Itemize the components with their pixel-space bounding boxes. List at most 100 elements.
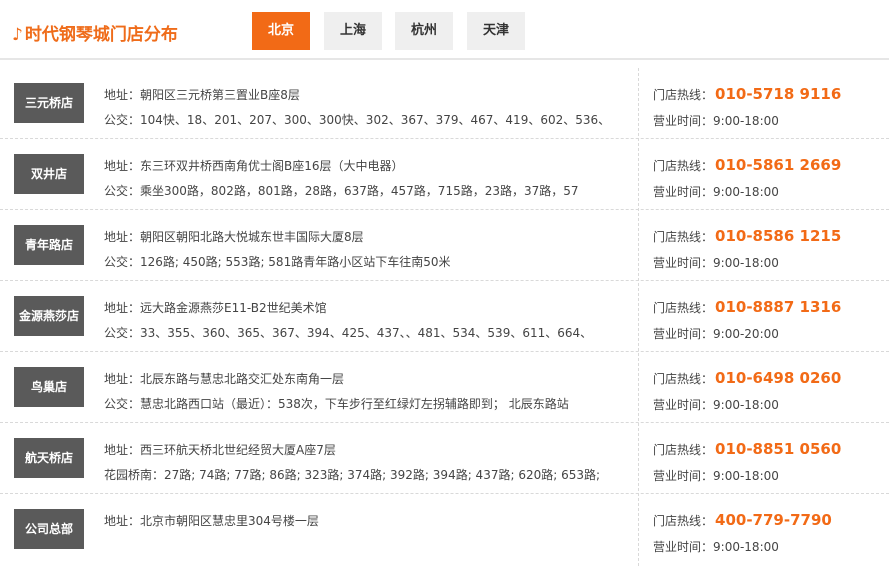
store-row: 鸟巢店 地址：北辰东路与慧忠北路交汇处东南角一层 公交：慧忠北路西口站（最近）：53… — [0, 352, 889, 423]
hours-label: 营业时间： — [653, 114, 714, 128]
hours-label: 营业时间： — [653, 327, 714, 341]
store-bus: 公交：33、355、360、365、367、394、425、437、、481、5… — [104, 324, 592, 341]
hours-value: 9:00-18:00 — [713, 185, 779, 199]
address-value: 远大路金源燕莎E11-B2世纪美术馆 — [140, 301, 327, 315]
hotline-label: 门店热线： — [653, 301, 714, 315]
address-label: 地址： — [104, 159, 141, 173]
hours-value: 9:00-18:00 — [713, 540, 779, 554]
store-hours: 营业时间：9:00-18:00 — [653, 538, 779, 555]
store-hours: 营业时间：9:00-18:00 — [653, 183, 779, 200]
store-address: 地址：朝阳区三元桥第三置业B座8层 — [104, 86, 300, 103]
tab-tianjin[interactable]: 天津 — [467, 12, 525, 50]
store-row: 公司总部 地址：北京市朝阳区慧忠里304号楼一层 门店热线： 400-779-7790… — [0, 494, 889, 565]
store-name-button[interactable]: 公司总部 — [14, 509, 84, 549]
page-title: ♪ 时代钢琴城门店分布 — [12, 22, 178, 48]
store-address: 地址：东三环双井桥西南角优士阁B座16层（大中电器） — [104, 157, 404, 174]
hotline-number: 010-5718 9116 — [715, 85, 842, 103]
store-row: 青年路店 地址：朝阳区朝阳北路大悦城东世丰国际大厦8层 公交：126路; 450路;… — [0, 210, 889, 281]
tab-hangzhou[interactable]: 杭州 — [395, 12, 453, 50]
address-label: 地址： — [104, 443, 141, 457]
store-row: 金源燕莎店 地址：远大路金源燕莎E11-B2世纪美术馆 公交：33、355、360、… — [0, 281, 889, 352]
address-value: 北京市朝阳区慧忠里304号楼一层 — [140, 514, 319, 528]
store-hours: 营业时间：9:00-18:00 — [653, 254, 779, 271]
hotline-label: 门店热线： — [653, 443, 714, 457]
store-row: 双井店 地址：东三环双井桥西南角优士阁B座16层（大中电器） 公交：乘坐300路，8… — [0, 139, 889, 210]
address-label: 地址： — [104, 301, 141, 315]
store-address: 地址：远大路金源燕莎E11-B2世纪美术馆 — [104, 299, 327, 316]
bus-value: 33、355、360、365、367、394、425、437、、481、534、… — [140, 326, 593, 340]
address-value: 西三环航天桥北世纪经贸大厦A座7层 — [140, 443, 336, 457]
page-title-text: 时代钢琴城门店分布 — [24, 25, 178, 45]
hours-value: 9:00-18:00 — [713, 398, 779, 412]
hotline-number: 010-8887 1316 — [715, 298, 842, 316]
bus-label: 公交： — [104, 113, 141, 127]
store-name-button[interactable]: 青年路店 — [14, 225, 84, 265]
hotline-number: 010-5861 2669 — [715, 156, 842, 174]
hours-label: 营业时间： — [653, 540, 714, 554]
store-hotline: 门店热线： 010-8586 1215 — [653, 227, 841, 245]
store-hotline: 门店热线： 010-6498 0260 — [653, 369, 841, 387]
hours-label: 营业时间： — [653, 469, 714, 483]
hours-label: 营业时间： — [653, 185, 714, 199]
music-note-icon: ♪ — [12, 25, 23, 45]
store-name-button[interactable]: 金源燕莎店 — [14, 296, 84, 336]
store-hotline: 门店热线： 400-779-7790 — [653, 511, 832, 529]
store-name-button[interactable]: 三元桥店 — [14, 83, 84, 123]
store-bus: 公交：慧忠北路西口站（最近）：538次，下车步行至红绿灯左拐辅路即到； 北辰东路… — [104, 395, 569, 412]
hotline-number: 400-779-7790 — [715, 511, 832, 529]
hours-value: 9:00-18:00 — [713, 256, 779, 270]
bus-value: 126路; 450路; 553路; 581路青年路小区站下车往南50米 — [140, 255, 451, 269]
address-label: 地址： — [104, 514, 141, 528]
store-address: 地址：朝阳区朝阳北路大悦城东世丰国际大厦8层 — [104, 228, 364, 245]
store-hotline: 门店热线： 010-5718 9116 — [653, 85, 841, 103]
tab-beijing[interactable]: 北京 — [252, 12, 310, 50]
address-label: 地址： — [104, 230, 141, 244]
store-row: 三元桥店 地址：朝阳区三元桥第三置业B座8层 公交：104快、18、201、207、… — [0, 68, 889, 139]
bus-label: 公交： — [104, 326, 141, 340]
hotline-label: 门店热线： — [653, 514, 714, 528]
store-address: 地址：西三环航天桥北世纪经贸大厦A座7层 — [104, 441, 336, 458]
store-address: 地址：北辰东路与慧忠北路交汇处东南角一层 — [104, 370, 344, 387]
store-hours: 营业时间：9:00-18:00 — [653, 396, 779, 413]
store-name-button[interactable]: 航天桥店 — [14, 438, 84, 478]
store-bus: 公交：104快、18、201、207、300、300快、302、367、379、… — [104, 111, 610, 128]
bus-value: 花园桥南：27路; 74路; 77路; 86路; 323路; 374路; 392… — [104, 468, 601, 482]
store-bus: 公交：126路; 450路; 553路; 581路青年路小区站下车往南50米 — [104, 253, 450, 270]
bus-label: 公交： — [104, 397, 141, 411]
store-address: 地址：北京市朝阳区慧忠里304号楼一层 — [104, 512, 319, 529]
bus-value: 乘坐300路，802路，801路，28路，637路，457路，715路，23路，… — [140, 184, 579, 198]
bus-value: 慧忠北路西口站（最近）：538次，下车步行至红绿灯左拐辅路即到； 北辰东路站 — [140, 397, 569, 411]
hours-label: 营业时间： — [653, 398, 714, 412]
store-hotline: 门店热线： 010-8851 0560 — [653, 440, 841, 458]
bus-label: 公交： — [104, 255, 141, 269]
address-label: 地址： — [104, 88, 141, 102]
store-name-button[interactable]: 鸟巢店 — [14, 367, 84, 407]
store-hours: 营业时间：9:00-18:00 — [653, 112, 779, 129]
hotline-label: 门店热线： — [653, 88, 714, 102]
address-value: 东三环双井桥西南角优士阁B座16层（大中电器） — [140, 159, 404, 173]
store-hotline: 门店热线： 010-5861 2669 — [653, 156, 841, 174]
hotline-label: 门店热线： — [653, 372, 714, 386]
hotline-number: 010-8851 0560 — [715, 440, 842, 458]
address-label: 地址： — [104, 372, 141, 386]
store-row: 航天桥店 地址：西三环航天桥北世纪经贸大厦A座7层花园桥南：27路; 74路; 7… — [0, 423, 889, 494]
hours-value: 9:00-18:00 — [713, 469, 779, 483]
address-value: 朝阳区朝阳北路大悦城东世丰国际大厦8层 — [140, 230, 364, 244]
bus-value: 104快、18、201、207、300、300快、302、367、379、467… — [140, 113, 611, 127]
tab-shanghai[interactable]: 上海 — [324, 12, 382, 50]
store-hours: 营业时间：9:00-20:00 — [653, 325, 779, 342]
store-bus: 公交：乘坐300路，802路，801路，28路，637路，457路，715路，2… — [104, 182, 579, 199]
header: ♪ 时代钢琴城门店分布 北京 上海 杭州 天津 — [0, 0, 889, 58]
store-name-button[interactable]: 双井店 — [14, 154, 84, 194]
store-hotline: 门店热线： 010-8887 1316 — [653, 298, 841, 316]
bus-label: 公交： — [104, 184, 141, 198]
hotline-number: 010-8586 1215 — [715, 227, 842, 245]
hotline-number: 010-6498 0260 — [715, 369, 842, 387]
store-hours: 营业时间：9:00-18:00 — [653, 467, 779, 484]
hours-value: 9:00-18:00 — [713, 114, 779, 128]
address-value: 北辰东路与慧忠北路交汇处东南角一层 — [140, 372, 345, 386]
address-value: 朝阳区三元桥第三置业B座8层 — [140, 88, 300, 102]
hours-value: 9:00-20:00 — [713, 327, 779, 341]
hotline-label: 门店热线： — [653, 230, 714, 244]
header-divider — [0, 58, 889, 60]
